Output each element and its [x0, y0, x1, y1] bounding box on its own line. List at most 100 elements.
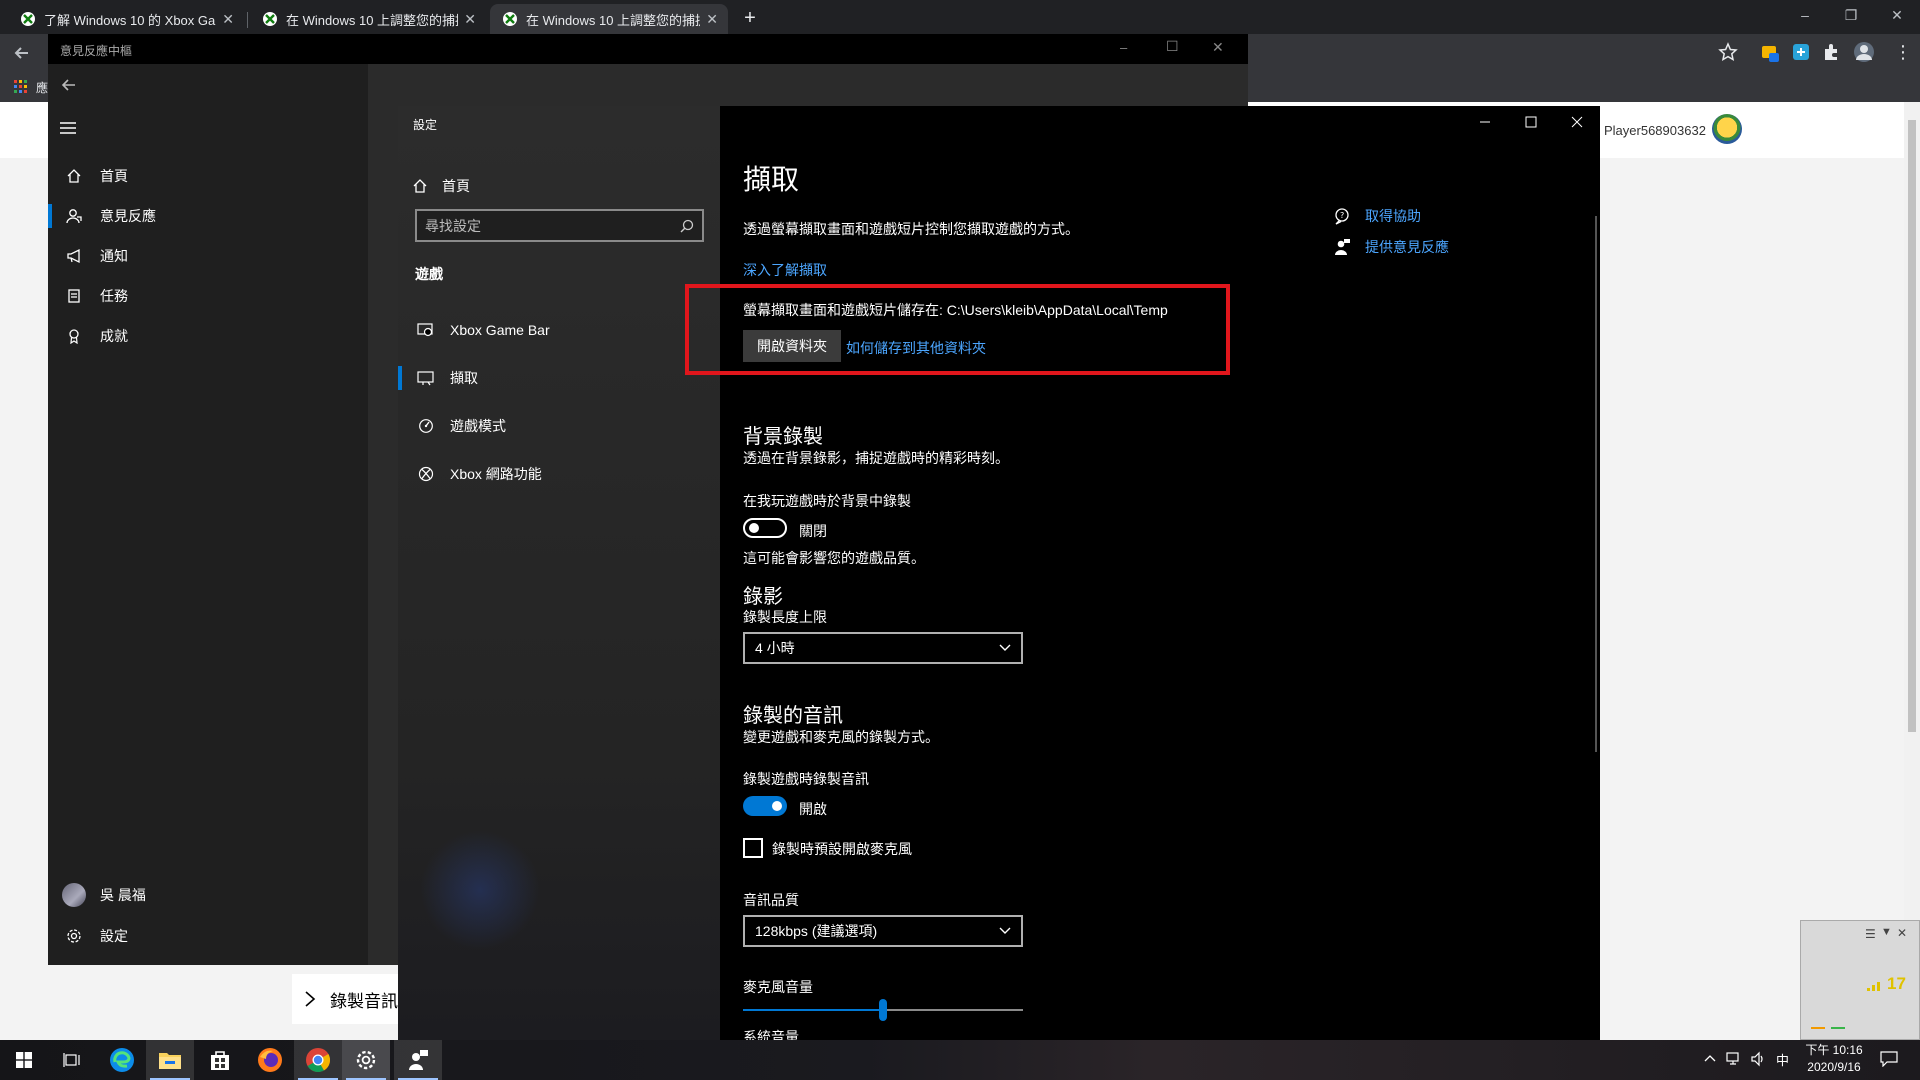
background-recording-toggle[interactable]: [743, 518, 787, 538]
tab-close-icon[interactable]: ✕: [222, 11, 234, 28]
home-icon: [48, 168, 100, 184]
search-icon[interactable]: [680, 219, 694, 233]
settings-search-input[interactable]: [425, 217, 680, 234]
tray-chevron-up-icon[interactable]: [1704, 1054, 1716, 1062]
page-user-avatar[interactable]: [1712, 114, 1742, 144]
get-help-label: 取得協助: [1365, 208, 1421, 224]
give-feedback-label: 提供意見反應: [1365, 239, 1449, 255]
fh-nav-feedback[interactable]: 意見反應: [48, 196, 368, 236]
taskbar-clock[interactable]: 下午 10:16 2020/9/16: [1796, 1042, 1872, 1076]
record-audio-toggle[interactable]: [743, 796, 787, 816]
ime-indicator[interactable]: 中: [1776, 1050, 1789, 1069]
taskbar-file-explorer[interactable]: [146, 1040, 194, 1080]
settings-nav-game-bar[interactable]: Xbox Game Bar: [398, 308, 720, 352]
bookmark-star-icon[interactable]: [1718, 42, 1738, 62]
extension-icon[interactable]: [1792, 43, 1810, 61]
bookmark-apps-label[interactable]: 應: [36, 79, 48, 96]
taskbar-firefox[interactable]: [246, 1040, 294, 1080]
taskbar-chrome[interactable]: [294, 1040, 342, 1080]
audio-quality-dropdown[interactable]: 128kbps (建議選項): [743, 915, 1023, 947]
fh-maximize-icon[interactable]: ☐: [1166, 38, 1179, 55]
fh-nav-quests[interactable]: 任務: [48, 276, 368, 316]
browser-tab-strip: 了解 Windows 10 的 Xbox Game ✕ 在 Windows 10…: [0, 0, 1920, 34]
widget-menu-icon[interactable]: ☰: [1865, 927, 1876, 941]
tab-close-icon[interactable]: ✕: [464, 11, 476, 28]
settings-maximize-icon[interactable]: [1508, 106, 1554, 138]
taskbar-feedback-hub[interactable]: [394, 1040, 442, 1080]
settings-close-icon[interactable]: [1554, 106, 1600, 138]
taskbar-settings[interactable]: [342, 1040, 390, 1080]
open-folder-button[interactable]: 開啟資料夾: [743, 330, 841, 362]
mic-default-checkbox[interactable]: [743, 838, 763, 858]
card-label: 錄製音訊: [330, 991, 398, 1011]
profile-avatar-icon[interactable]: [1853, 41, 1875, 63]
svg-text:?: ?: [1340, 211, 1344, 220]
fh-nav-label: 意見反應: [100, 208, 156, 224]
chevron-down-icon: [999, 927, 1011, 935]
chevron-right-icon: [304, 990, 316, 1008]
clock-date: 2020/9/16: [1807, 1060, 1861, 1074]
max-length-dropdown[interactable]: 4 小時: [743, 632, 1023, 664]
puzzle-icon[interactable]: [1822, 43, 1840, 61]
fh-minimize-icon[interactable]: –: [1120, 40, 1127, 55]
widget-collapse-icon[interactable]: ▼: [1881, 926, 1892, 938]
task-view-button[interactable]: [48, 1040, 96, 1080]
settings-minimize-icon[interactable]: [1462, 106, 1508, 138]
fh-user-name: 吳 晨福: [100, 887, 146, 903]
settings-home-link[interactable]: 首頁: [412, 168, 712, 204]
settings-content-pane: [720, 106, 1600, 1040]
settings-nav-xbox-networking[interactable]: Xbox 網路功能: [398, 452, 720, 496]
taskbar-edge[interactable]: [98, 1040, 146, 1080]
tab-close-icon[interactable]: ✕: [706, 11, 718, 28]
settings-scrollbar[interactable]: [1595, 216, 1597, 752]
settings-nav-capture[interactable]: 擷取: [398, 356, 720, 400]
max-length-label: 錄製長度上限: [743, 609, 827, 625]
volume-icon[interactable]: [1750, 1051, 1766, 1067]
fh-nav-notifications[interactable]: 通知: [48, 236, 368, 276]
settings-nav-game-mode[interactable]: 遊戲模式: [398, 404, 720, 448]
menu-kebab-icon[interactable]: ⋮: [1894, 42, 1912, 63]
recorded-audio-heading: 錄製的音訊: [743, 705, 843, 727]
browser-tab-3[interactable]: 在 Windows 10 上調整您的捕捉 ✕: [490, 4, 728, 34]
page-scrollbar-thumb[interactable]: [1908, 120, 1916, 732]
fh-nav-label: 首頁: [100, 168, 128, 184]
get-help-link[interactable]: ? 取得協助: [1333, 206, 1421, 226]
fh-user-profile[interactable]: 吳 晨福: [48, 875, 368, 915]
browser-close-icon[interactable]: ✕: [1874, 0, 1920, 30]
page-scrollbar[interactable]: [1904, 102, 1920, 1040]
task-view-icon: [63, 1052, 81, 1068]
learn-more-link[interactable]: 深入了解擷取: [743, 260, 827, 280]
settings-window-title: 設定: [413, 118, 438, 132]
fh-back-arrow-icon[interactable]: [60, 76, 78, 94]
settings-search-box[interactable]: [415, 209, 704, 242]
mic-volume-label: 麥克風音量: [743, 979, 813, 995]
fh-nav-home[interactable]: 首頁: [48, 156, 368, 196]
page-username[interactable]: Player568903632: [1604, 123, 1706, 138]
widget-close-icon[interactable]: ✕: [1897, 926, 1907, 940]
mic-volume-slider-thumb[interactable]: [879, 999, 887, 1021]
page-description: 透過螢幕擷取畫面和遊戲短片控制您擷取遊戲的方式。: [743, 221, 1079, 237]
save-elsewhere-link[interactable]: 如何儲存到其他資料夾: [846, 338, 986, 358]
fh-close-icon[interactable]: ✕: [1212, 39, 1224, 56]
browser-tab-1[interactable]: 了解 Windows 10 的 Xbox Game ✕: [8, 4, 244, 34]
back-arrow-icon[interactable]: [12, 43, 32, 63]
start-button[interactable]: [0, 1040, 48, 1080]
taskbar-store[interactable]: [196, 1040, 244, 1080]
fh-settings[interactable]: 設定: [48, 916, 368, 956]
hamburger-menu-icon[interactable]: [60, 121, 76, 135]
tab-separator: [247, 12, 248, 28]
extension-icon[interactable]: [1760, 43, 1780, 63]
browser-restore-icon[interactable]: ❐: [1828, 0, 1874, 30]
windows-logo-icon: [16, 1052, 32, 1068]
gear-icon: [355, 1049, 377, 1071]
network-icon[interactable]: [1726, 1051, 1742, 1067]
fh-nav-achievements[interactable]: 成就: [48, 316, 368, 356]
browser-minimize-icon[interactable]: –: [1782, 0, 1828, 30]
record-audio-label: 錄製遊戲時錄製音訊: [743, 771, 869, 787]
apps-grid-icon[interactable]: [14, 80, 28, 94]
action-center-icon[interactable]: [1880, 1051, 1898, 1067]
browser-tab-2[interactable]: 在 Windows 10 上調整您的捕捉 ✕: [250, 4, 486, 34]
widget-indicator: [1831, 1027, 1845, 1029]
new-tab-button[interactable]: +: [736, 4, 764, 32]
give-feedback-link[interactable]: 提供意見反應: [1333, 237, 1449, 257]
